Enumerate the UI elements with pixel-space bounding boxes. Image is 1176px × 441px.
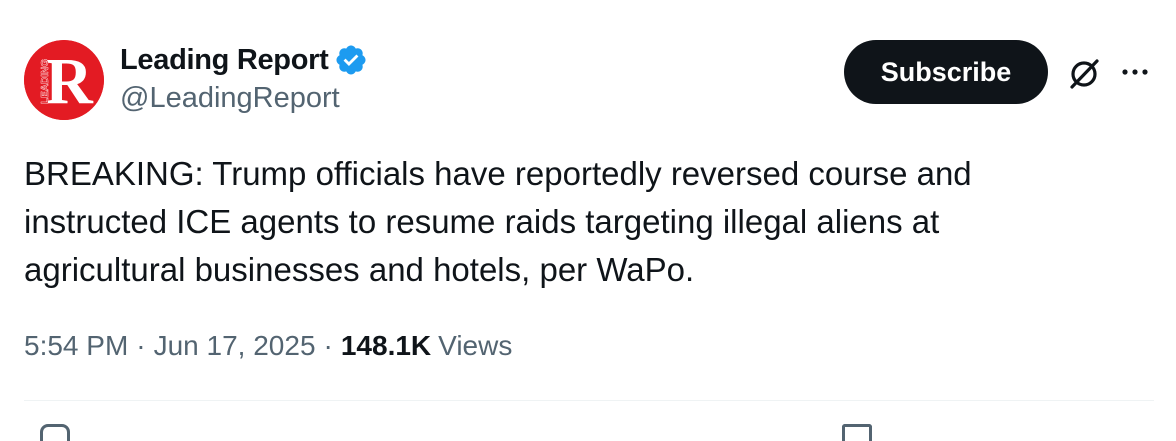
tweet-date[interactable]: Jun 17, 2025 (154, 330, 316, 362)
meta-separator: · (136, 330, 146, 361)
verified-badge-icon[interactable] (334, 43, 368, 77)
divider (24, 400, 1154, 401)
views-label[interactable]: Views (438, 330, 512, 362)
bookmark-icon[interactable] (842, 424, 872, 441)
tweet-metadata: 5:54 PM · Jun 17, 2025 · 148.1K Views (24, 330, 512, 362)
views-count[interactable]: 148.1K (341, 330, 431, 362)
reply-icon[interactable] (40, 424, 70, 441)
more-icon[interactable] (1117, 60, 1157, 84)
author-name-row: Leading Report (120, 42, 368, 78)
meta-separator: · (323, 330, 333, 361)
tweet-text: BREAKING: Trump officials have reportedl… (24, 155, 972, 288)
tweet-time[interactable]: 5:54 PM (24, 330, 128, 362)
author-display-name[interactable]: Leading Report (120, 44, 329, 77)
subscribe-button[interactable]: Subscribe (844, 40, 1048, 104)
avatar-letter: R (45, 45, 94, 118)
avatar[interactable]: R LEADING (24, 40, 104, 120)
avatar-side-text: LEADING (40, 59, 51, 104)
leading-report-logo-icon: R LEADING (24, 40, 104, 120)
grok-icon[interactable] (1066, 56, 1102, 92)
author-handle[interactable]: @LeadingReport (120, 82, 340, 115)
